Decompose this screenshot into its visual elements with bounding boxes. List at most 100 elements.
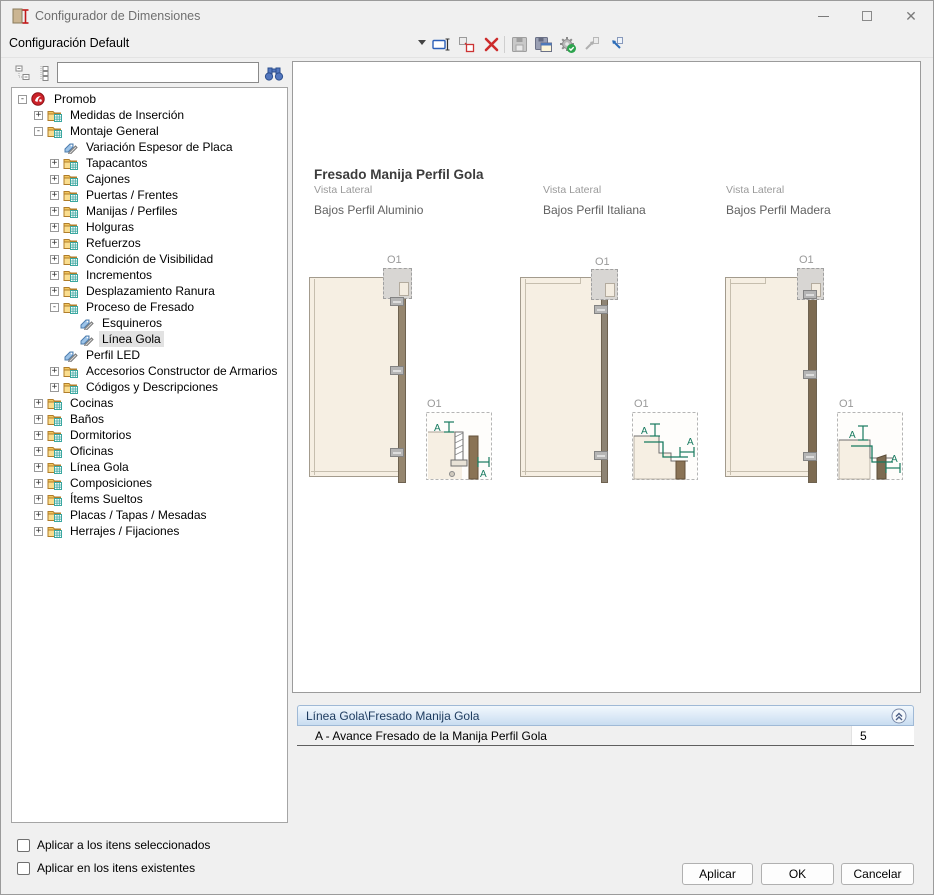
collapse-icon[interactable]: - [50, 303, 59, 312]
tree-item-label: Montaje General [67, 123, 162, 139]
expand-icon[interactable]: + [50, 175, 59, 184]
collapse-group-icon[interactable] [891, 708, 907, 724]
tree-item-perfil-led[interactable]: Perfil LED [12, 347, 287, 363]
apply-settings-icon[interactable] [557, 34, 578, 55]
expand-icon[interactable]: + [34, 399, 43, 408]
export-config-icon[interactable] [533, 34, 554, 55]
expand-icon[interactable]: + [50, 159, 59, 168]
close-button[interactable]: ✕ [889, 1, 933, 31]
detail-inset-italiana: A A [632, 412, 698, 485]
tree-item-montaje-general[interactable]: - Montaje General [12, 123, 287, 139]
expand-icon[interactable]: + [50, 287, 59, 296]
app-icon [12, 8, 29, 25]
tree-item-medidas-de-insercion[interactable]: +Medidas de Inserción [12, 107, 287, 123]
expand-icon[interactable]: + [50, 191, 59, 200]
edit-config-icon[interactable] [431, 34, 452, 55]
tree-item-tapacantos[interactable]: +Tapacantos [12, 155, 287, 171]
tree-item-linea-gola[interactable]: + Línea Gola [12, 459, 287, 475]
tree-item-label: Placas / Tapas / Mesadas [67, 507, 210, 523]
tree-item-composiciones[interactable]: + Composiciones [12, 475, 287, 491]
tree-item-holguras[interactable]: + Holguras [12, 219, 287, 235]
collapse-icon[interactable]: - [18, 95, 27, 104]
tree-item-placas-tapas-mesadas[interactable]: + Placas / Tapas / Mesadas [12, 507, 287, 523]
expand-icon[interactable]: + [50, 223, 59, 232]
tree-item-puertas-frentes[interactable]: +Puertas / Frentes [12, 187, 287, 203]
apply-selected-checkbox[interactable] [17, 839, 30, 852]
hinge [594, 451, 608, 460]
config-dropdown-arrow-icon[interactable] [418, 40, 426, 45]
search-binoculars-icon[interactable] [263, 63, 285, 83]
tree-item-desplazamiento-ranura[interactable]: +Desplazamiento Ranura [12, 283, 287, 299]
expand-icon[interactable]: + [34, 111, 43, 120]
expand-icon[interactable]: + [34, 431, 43, 440]
tree-item-linea-gola[interactable]: Línea Gola [12, 331, 287, 347]
tree-item-accesorios-constructor-de-armarios[interactable]: +Accesorios Constructor de Armarios [12, 363, 287, 379]
dimension-label-a: A [891, 454, 898, 465]
property-row: A - Avance Fresado de la Manija Perfil G… [297, 726, 914, 746]
expand-icon[interactable]: + [34, 447, 43, 456]
folder-icon [47, 476, 63, 490]
config-selector[interactable]: Configuración Default [9, 36, 129, 50]
tree-item-banos[interactable]: +Baños [12, 411, 287, 427]
tree-item-oficinas[interactable]: +Oficinas [12, 443, 287, 459]
tree-item-esquineros[interactable]: Esquineros [12, 315, 287, 331]
apply-existing-checkbox[interactable] [17, 862, 30, 875]
expand-all-icon[interactable] [35, 63, 55, 83]
tree-item-variacion-espesor-de-placa[interactable]: Variación Espesor de Placa [12, 139, 287, 155]
folder-icon [47, 460, 63, 474]
diagram-italiana: O1 O1 A [507, 254, 712, 499]
tree-item-label: Códigos y Descripciones [83, 379, 221, 395]
link-edit-icon[interactable] [605, 34, 626, 55]
save-config-icon[interactable] [509, 34, 530, 55]
expand-icon[interactable]: + [34, 463, 43, 472]
cancel-button[interactable]: Cancelar [841, 863, 914, 885]
tree-item-promob[interactable]: -Promob [12, 91, 287, 107]
expand-icon[interactable]: + [50, 271, 59, 280]
delete-config-icon[interactable] [481, 34, 502, 55]
expand-icon[interactable]: + [34, 495, 43, 504]
tree-item-condicion-de-visibilidad[interactable]: +Condición de Visibilidad [12, 251, 287, 267]
tree-item-label: Composiciones [67, 475, 155, 491]
tree-item-incrementos[interactable]: +Incrementos [12, 267, 287, 283]
tree-item-codigos-y-descripciones[interactable]: + Códigos y Descripciones [12, 379, 287, 395]
expand-icon[interactable]: + [34, 479, 43, 488]
tree-item-manijas-perfiles[interactable]: +Manijas / Perfiles [12, 203, 287, 219]
copy-config-icon[interactable] [456, 34, 477, 55]
tree-item-label: Línea Gola [67, 459, 132, 475]
collapse-all-icon[interactable] [13, 63, 33, 83]
tree-item-proceso-de-fresado[interactable]: -Proceso de Fresado [12, 299, 287, 315]
tree-item-refuerzos[interactable]: + Refuerzos [12, 235, 287, 251]
detail-callout-label: O1 [427, 398, 442, 410]
figure-subtitle: Bajos Perfil Madera [726, 203, 831, 217]
expand-icon[interactable]: + [34, 511, 43, 520]
expand-icon[interactable]: + [50, 239, 59, 248]
tree-item-label: Refuerzos [83, 235, 144, 251]
property-group-header[interactable]: Línea Gola\Fresado Manija Gola [297, 705, 914, 726]
ok-button[interactable]: OK [761, 863, 834, 885]
tree-connector [66, 335, 75, 344]
expand-icon[interactable]: + [34, 527, 43, 536]
minimize-button[interactable] [801, 1, 845, 31]
search-input[interactable] [57, 62, 259, 83]
folder-icon [63, 284, 79, 298]
tree-item-label: Holguras [83, 219, 137, 235]
collapse-icon[interactable]: - [34, 127, 43, 136]
tree-item-label: Perfil LED [83, 347, 143, 363]
tree-item-cajones[interactable]: +Cajones [12, 171, 287, 187]
tree-item-dormitorios[interactable]: +Dormitorios [12, 427, 287, 443]
tree-item-herrajes-fijaciones[interactable]: +Herrajes / Fijaciones [12, 523, 287, 539]
expand-icon[interactable]: + [34, 415, 43, 424]
link-disabled-icon[interactable] [581, 34, 602, 55]
folder-icon [63, 300, 79, 314]
tree-item-cocinas[interactable]: +Cocinas [12, 395, 287, 411]
property-value-field[interactable]: 5 [851, 726, 914, 745]
apply-button[interactable]: Aplicar [682, 863, 753, 885]
expand-icon[interactable]: + [50, 255, 59, 264]
expand-icon[interactable]: + [50, 367, 59, 376]
tree-item-items-sueltos[interactable]: +Ítems Sueltos [12, 491, 287, 507]
tag-icon [79, 332, 95, 346]
maximize-button[interactable] [845, 1, 889, 31]
expand-icon[interactable]: + [50, 207, 59, 216]
expand-icon[interactable]: + [50, 383, 59, 392]
apply-existing-checkbox-row: Aplicar en los itens existentes [17, 861, 195, 875]
